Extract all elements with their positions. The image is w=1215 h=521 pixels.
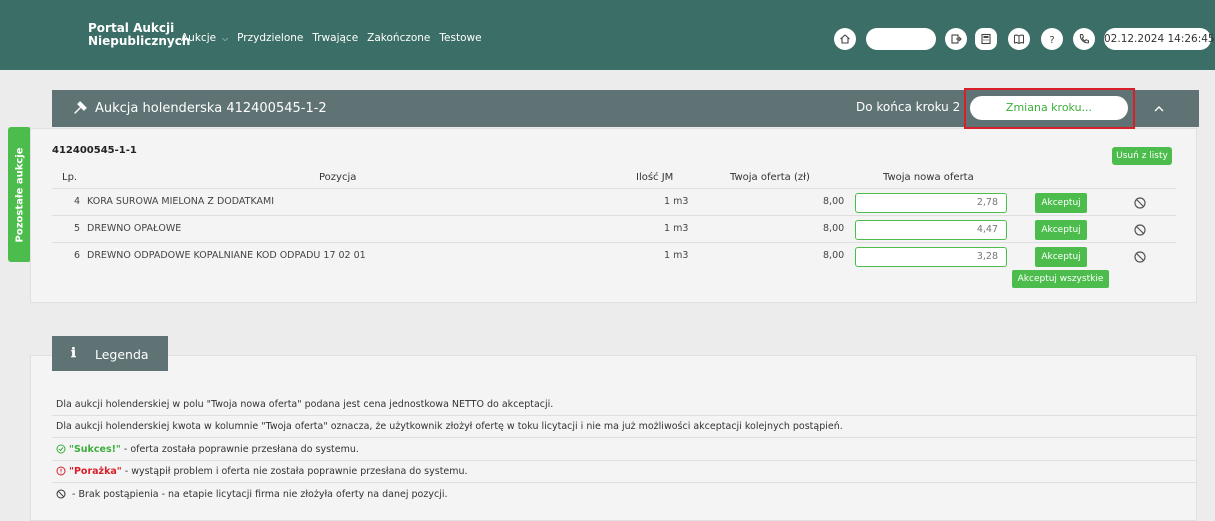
legend-line-2: Dla aukcji holenderskiej kwota w kolumni…	[56, 421, 843, 432]
check-circle-icon	[56, 444, 66, 454]
svg-text:?: ?	[1049, 35, 1054, 45]
row-item-name: DREWNO ODPADOWE KOPALNIANE KOD ODPADU 17…	[87, 250, 366, 261]
legend-line-1: Dla aukcji holenderskiej w polu "Twoja n…	[56, 399, 554, 410]
top-navbar: Portal Aukcji Niepublicznych Aukcje ⌵ Prz…	[0, 0, 1215, 70]
nav-item-przydzielone[interactable]: Przydzielone	[237, 32, 303, 44]
phone-icon[interactable]	[1073, 28, 1095, 50]
calculator-icon[interactable]	[975, 28, 997, 50]
brand-line2: Niepublicznych	[88, 34, 191, 48]
new-offer-field[interactable]: 4,47	[855, 220, 1007, 240]
row-qty: 1 m3	[664, 223, 689, 234]
alert-circle-icon	[56, 466, 66, 476]
legend-line-success: "Sukces!" - oferta została poprawnie prz…	[56, 444, 359, 455]
legend-line-nobid: - Brak postąpienia - na etapie licytacji…	[56, 489, 448, 500]
accept-button[interactable]: Akceptuj	[1035, 220, 1087, 240]
no-bid-icon[interactable]	[1133, 196, 1147, 210]
accept-button[interactable]: Akceptuj	[1035, 247, 1087, 267]
datetime-display: 02.12.2024 14:26:45	[1104, 28, 1215, 50]
nav-item-aukcje[interactable]: Aukcje ⌵	[181, 32, 228, 44]
divider	[52, 242, 1176, 243]
success-label: "Sukces!"	[69, 444, 121, 455]
help-icon[interactable]: ?	[1041, 28, 1063, 50]
divider	[52, 482, 1197, 483]
failure-label: "Porażka"	[69, 466, 122, 477]
divider	[52, 215, 1176, 216]
brand-logo-text[interactable]: Portal Aukcji Niepublicznych	[88, 22, 190, 48]
new-offer-field[interactable]: 2,78	[855, 193, 1007, 213]
collapse-chevron-icon[interactable]	[1153, 103, 1165, 115]
legend-header: ℹ Legenda	[52, 336, 168, 371]
no-bid-icon[interactable]	[1133, 223, 1147, 237]
home-icon[interactable]	[834, 28, 856, 50]
nav-item-label: Aukcje	[181, 32, 217, 44]
divider	[52, 460, 1197, 461]
legend-line-failure: "Porażka" - wystąpił problem i oferta ni…	[56, 466, 468, 477]
accept-all-button[interactable]: Akceptuj wszystkie	[1012, 270, 1109, 288]
row-lp: 4	[74, 196, 81, 207]
divider	[52, 415, 1197, 416]
col-header-nowa-oferta: Twoja nowa oferta	[883, 172, 974, 183]
row-item-name: KORA SUROWA MIELONA Z DODATKAMI	[87, 196, 275, 207]
divider	[52, 437, 1197, 438]
no-bid-icon	[56, 489, 66, 499]
book-icon[interactable]	[1008, 28, 1030, 50]
main-nav: Aukcje ⌵ Przydzielone Trwające Zakończone…	[181, 32, 482, 44]
no-bid-icon[interactable]	[1133, 250, 1147, 264]
row-offer: 8,00	[823, 250, 845, 261]
row-qty: 1 m3	[664, 250, 689, 261]
col-header-pozycja: Pozycja	[319, 172, 357, 183]
gavel-icon	[74, 101, 87, 114]
col-header-ilosc: Ilość JM	[636, 172, 674, 183]
row-item-name: DREWNO OPAŁOWE	[87, 223, 182, 234]
row-lp: 5	[74, 223, 81, 234]
change-step-button[interactable]: Zmiana kroku...	[970, 96, 1128, 120]
chevron-down-icon: ⌵	[222, 34, 229, 43]
other-auctions-label: Pozostałe aukcje	[14, 147, 25, 242]
auction-id: 412400545-1-1	[52, 145, 137, 156]
failure-text: - wystąpił problem i oferta nie została …	[121, 466, 468, 477]
logout-icon[interactable]	[945, 28, 967, 50]
row-lp: 6	[74, 250, 81, 261]
nav-item-testowe[interactable]: Testowe	[439, 32, 481, 44]
row-qty: 1 m3	[664, 196, 689, 207]
info-icon: ℹ	[71, 346, 76, 361]
row-offer: 8,00	[823, 223, 845, 234]
success-text: - oferta została poprawnie przesłana do …	[120, 444, 359, 455]
row-offer: 8,00	[823, 196, 845, 207]
new-offer-field[interactable]: 3,28	[855, 247, 1007, 267]
nav-item-trwajace[interactable]: Trwające	[312, 32, 358, 44]
col-header-lp: Lp.	[62, 172, 78, 183]
other-auctions-tab[interactable]: Pozostałe aukcje	[8, 127, 31, 262]
user-menu-button[interactable]	[866, 28, 936, 50]
divider	[52, 188, 1176, 189]
nobid-text: - Brak postąpienia - na etapie licytacji…	[69, 489, 448, 500]
legend-title: Legenda	[95, 347, 149, 362]
remove-from-list-button[interactable]: Usuń z listy	[1112, 147, 1172, 165]
auction-title: Aukcja holenderska 412400545-1-2	[95, 101, 327, 116]
col-header-twoja-oferta: Twoja oferta (zł)	[730, 172, 810, 183]
accept-button[interactable]: Akceptuj	[1035, 193, 1087, 213]
step-deadline-label: Do końca kroku 2	[856, 100, 961, 114]
nav-item-zakonczone[interactable]: Zakończone	[367, 32, 430, 44]
